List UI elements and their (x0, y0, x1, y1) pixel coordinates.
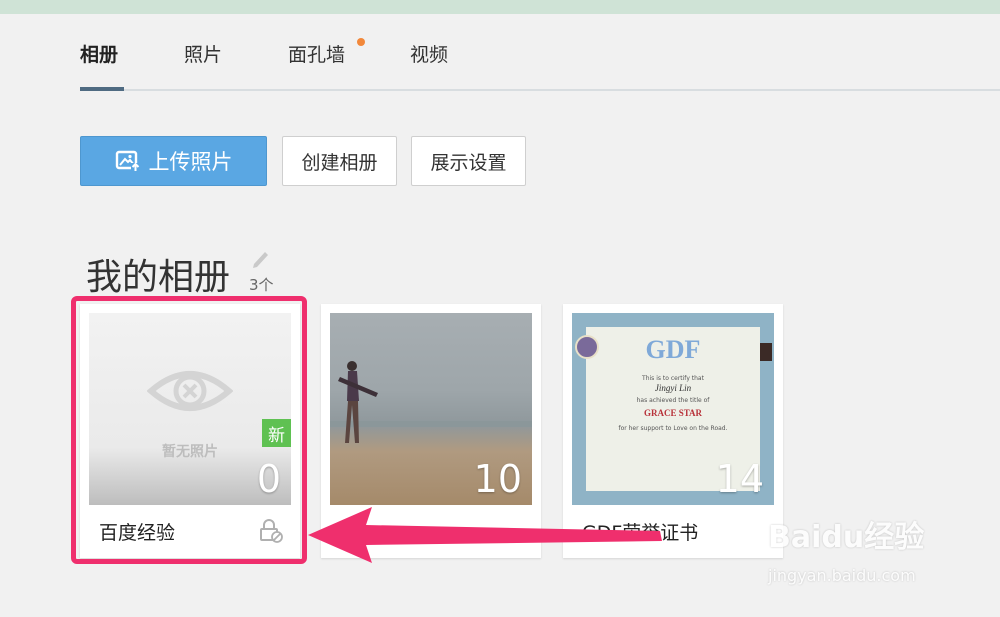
new-badge: 新 (262, 419, 291, 447)
create-album-button[interactable]: 创建相册 (282, 136, 397, 186)
display-settings-button[interactable]: 展示设置 (411, 136, 526, 186)
upload-photos-label: 上传照片 (148, 150, 233, 174)
display-settings-label: 展示设置 (430, 151, 507, 174)
album-count: 3个 (249, 276, 274, 294)
watermark-brand: Baidu经验 (768, 520, 925, 555)
tab-face-wall[interactable]: 面孔墙 (288, 40, 345, 67)
album-cover-certificate[interactable]: GDF This is to certify that Jingyi Lin h… (572, 313, 774, 505)
certificate-logo: GDF (645, 335, 701, 364)
top-strip (0, 0, 1000, 14)
tab-videos[interactable]: 视频 (410, 40, 448, 67)
my-albums-title: 我的相册 (86, 257, 231, 298)
certificate-line-3: for her support to Love on the Road. (618, 425, 728, 432)
album-card-1[interactable]: 暂无照片 新 0 百度经验 (80, 304, 300, 558)
edit-pencil-icon[interactable] (250, 247, 272, 269)
tab-photos[interactable]: 照片 (184, 40, 222, 67)
annotation-arrow (308, 507, 662, 563)
certificate-signature: Jingyi Lin (654, 383, 692, 393)
tab-albums[interactable]: 相册 (80, 40, 118, 67)
no-photo-eye-icon (147, 371, 233, 411)
album-cover-beach[interactable]: 10 (330, 313, 532, 505)
album-name[interactable]: 百度经验 (99, 518, 175, 545)
create-album-label: 创建相册 (301, 151, 378, 174)
photo-count: 0 (256, 457, 281, 501)
notification-dot (357, 38, 365, 46)
certificate-line-1: This is to certify that (642, 375, 704, 382)
album-cover-empty[interactable]: 暂无照片 新 0 (89, 313, 291, 505)
certificate-photo (760, 343, 772, 361)
certificate-award: GRACE STAR (643, 408, 703, 418)
tabs-divider (80, 89, 1000, 91)
upload-image-icon (115, 150, 140, 172)
private-lock-icon (260, 519, 283, 543)
photo-count: 14 (715, 457, 764, 501)
watermark-url: jingyan.baidu.com (768, 566, 916, 585)
baidu-jingyan-watermark: Baidu经验 jingyan.baidu.com (768, 512, 924, 585)
certificate-line-2: has achieved the title of (636, 397, 710, 404)
certificate-seal (575, 335, 599, 359)
upload-photos-button[interactable]: 上传照片 (80, 136, 267, 186)
active-tab-indicator (80, 87, 124, 91)
